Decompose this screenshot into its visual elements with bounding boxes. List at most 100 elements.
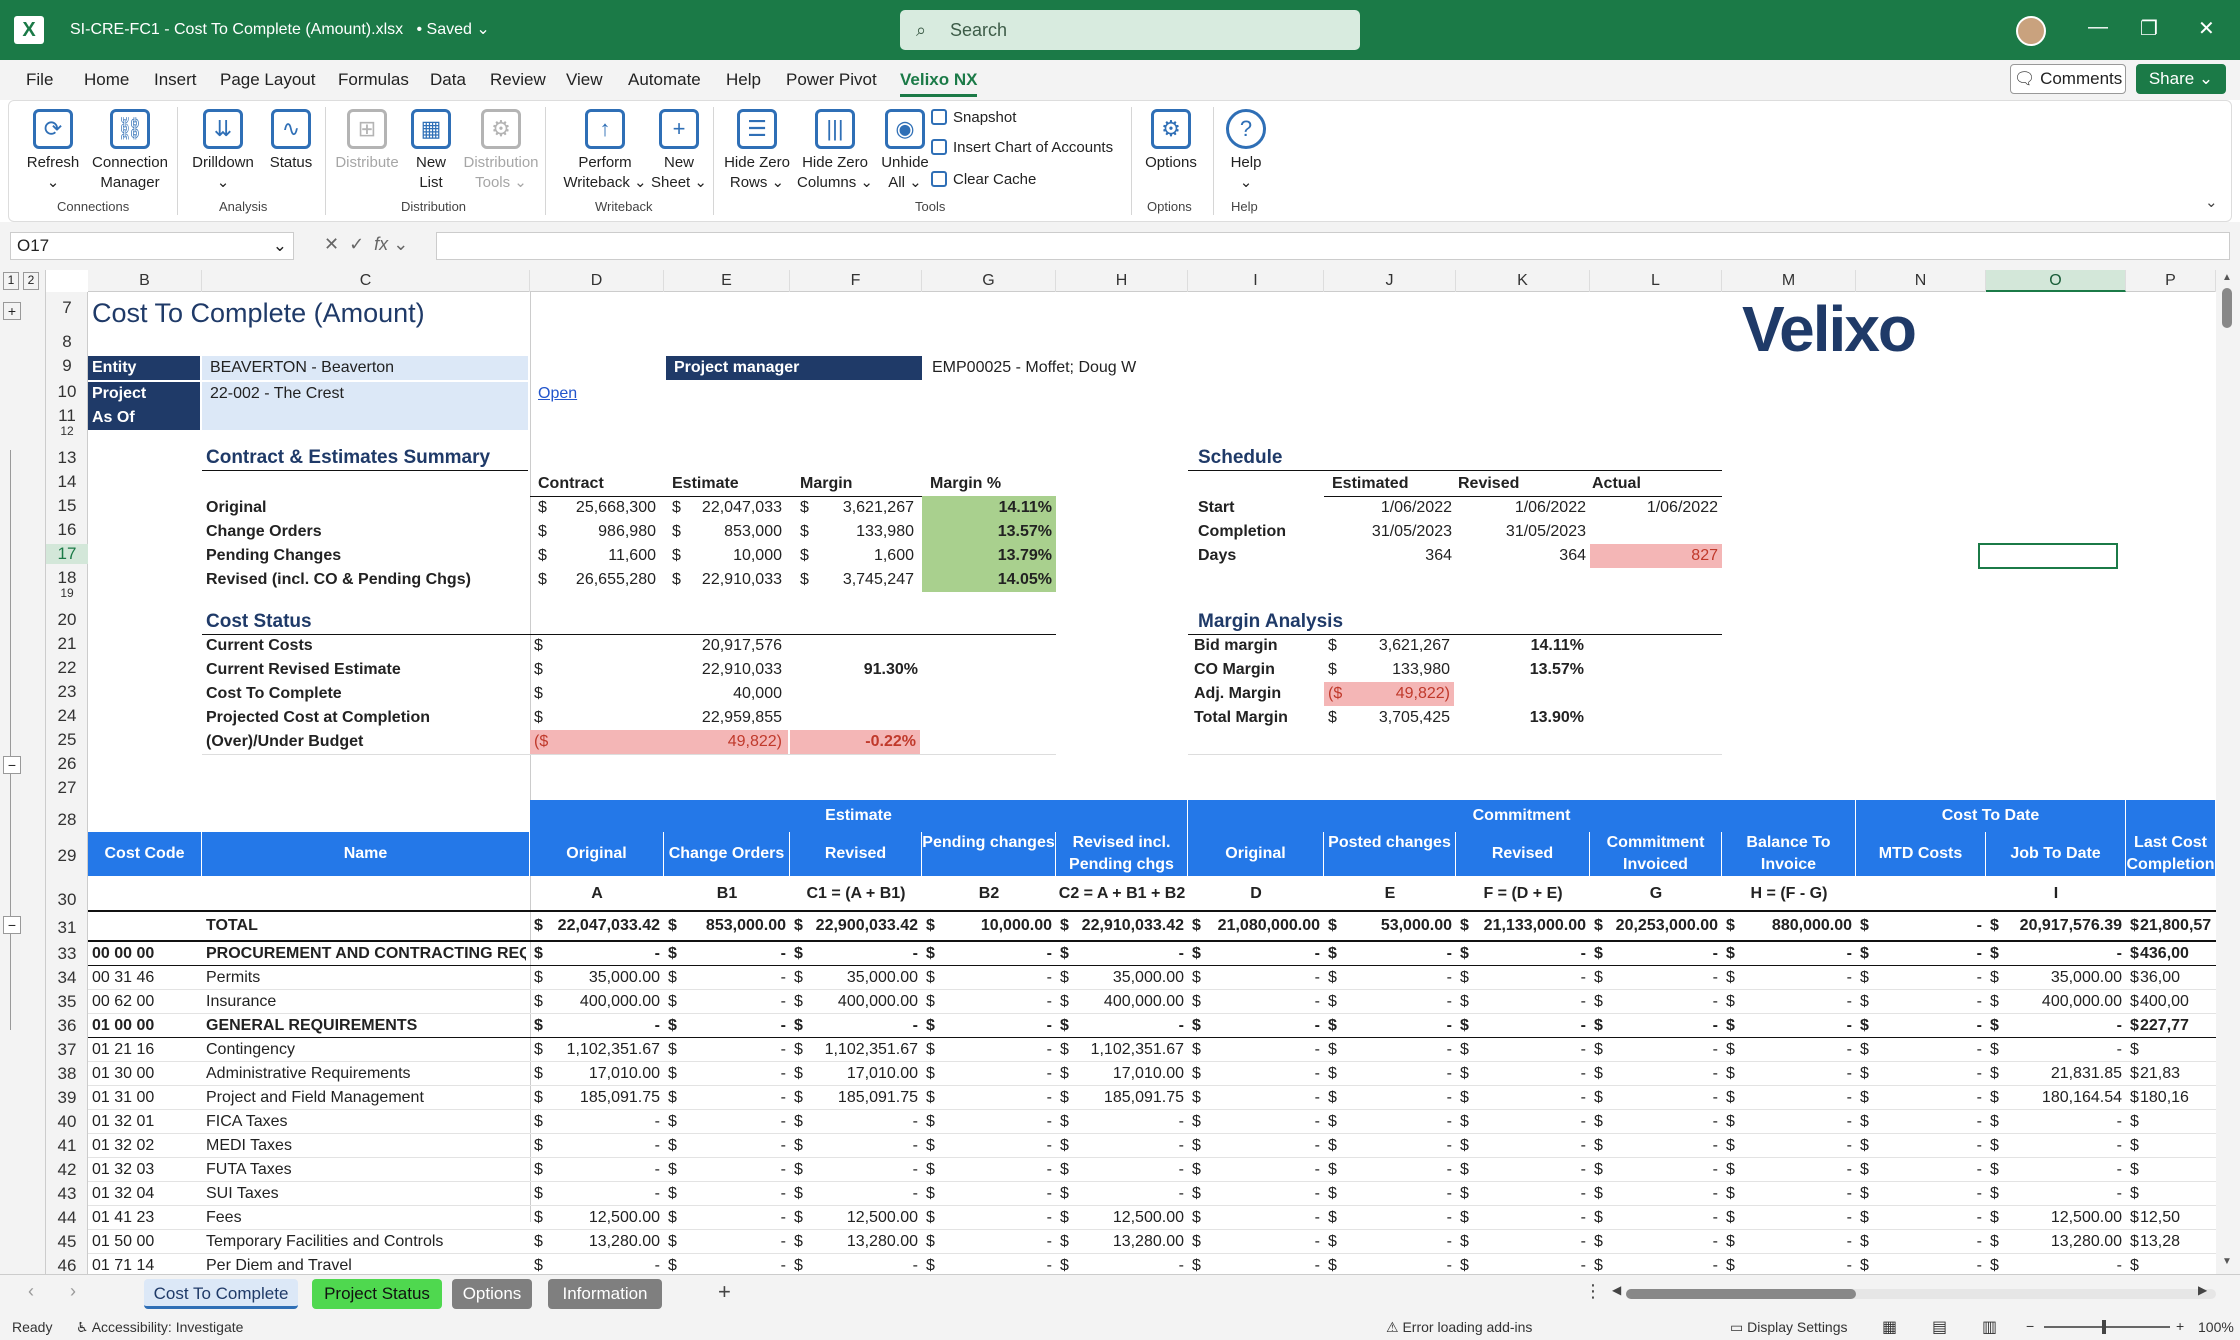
- row-header[interactable]: 33: [46, 944, 88, 964]
- column-header-h[interactable]: H: [1056, 270, 1188, 292]
- row-header[interactable]: 10: [46, 382, 88, 402]
- unhide-all-button[interactable]: ◉ Unhide All ⌄: [871, 109, 939, 193]
- comments-button[interactable]: 🗨 Comments: [2010, 64, 2126, 94]
- tab-view[interactable]: View: [566, 70, 603, 90]
- name-box[interactable]: O17 ⌄: [10, 232, 294, 260]
- new-sheet-button[interactable]: + New Sheet ⌄: [649, 109, 709, 193]
- horizontal-scroll-thumb[interactable]: [1626, 1289, 1856, 1299]
- row-header[interactable]: 16: [46, 520, 88, 540]
- column-header-k[interactable]: K: [1456, 270, 1590, 292]
- status-button[interactable]: ∿ Status: [261, 109, 321, 173]
- display-settings[interactable]: ▭ Display Settings: [1730, 1319, 1848, 1336]
- tab-formulas[interactable]: Formulas: [338, 70, 409, 90]
- normal-view-icon[interactable]: ▦: [1882, 1317, 1897, 1337]
- formula-input[interactable]: [436, 232, 2230, 260]
- avatar[interactable]: [2016, 16, 2046, 46]
- project-value[interactable]: 22-002 - The Crest: [202, 382, 528, 406]
- collapse-ribbon-icon[interactable]: ⌄: [2205, 193, 2218, 211]
- vertical-scroll-thumb[interactable]: [2222, 288, 2232, 328]
- tab-cost-to-complete[interactable]: Cost To Complete: [144, 1279, 298, 1309]
- outline-level-2[interactable]: 2: [23, 272, 39, 290]
- row-header[interactable]: 21: [46, 634, 88, 654]
- row-header[interactable]: 22: [46, 658, 88, 678]
- add-sheet-icon[interactable]: +: [718, 1279, 731, 1305]
- help-button[interactable]: ? Help ⌄: [1221, 109, 1271, 193]
- distribution-tools-button[interactable]: ⚙ Distribution Tools ⌄: [455, 109, 547, 193]
- drilldown-button[interactable]: ⇊ Drilldown ⌄: [183, 109, 263, 193]
- tab-options[interactable]: Options: [452, 1279, 532, 1309]
- zoom-in-icon[interactable]: +: [2176, 1318, 2184, 1334]
- row-header[interactable]: 7: [46, 298, 88, 318]
- more-icon[interactable]: ⋮: [1584, 1281, 1602, 1302]
- row-header[interactable]: 19: [46, 586, 88, 600]
- close-icon[interactable]: ✕: [2198, 16, 2215, 41]
- excel-icon[interactable]: X: [14, 16, 44, 44]
- worksheet-grid[interactable]: Cost To Complete (Amount) Velixo Entity …: [88, 292, 2216, 1274]
- tab-insert[interactable]: Insert: [154, 70, 197, 90]
- page-layout-view-icon[interactable]: ▤: [1932, 1317, 1947, 1337]
- accessibility-status[interactable]: ♿ Accessibility: Investigate: [76, 1319, 243, 1336]
- row-header[interactable]: 39: [46, 1088, 88, 1108]
- column-header-n[interactable]: N: [1856, 270, 1986, 292]
- row-header[interactable]: 12: [46, 424, 88, 438]
- column-header-o[interactable]: O: [1986, 270, 2126, 292]
- scroll-right-icon[interactable]: ▶: [2198, 1283, 2207, 1297]
- insert-chart-of-accounts-button[interactable]: Insert Chart of Accounts: [931, 139, 1113, 156]
- row-header[interactable]: 40: [46, 1112, 88, 1132]
- perform-writeback-button[interactable]: ↑ Perform Writeback ⌄: [553, 109, 657, 193]
- connection-manager-button[interactable]: ⛓ Connection Manager: [85, 109, 175, 193]
- tab-home[interactable]: Home: [84, 70, 129, 90]
- row-header[interactable]: 26: [46, 754, 88, 774]
- zoom-thumb[interactable]: [2102, 1320, 2106, 1334]
- new-list-button[interactable]: ▦ New List: [405, 109, 457, 193]
- zoom-out-icon[interactable]: −: [2026, 1318, 2034, 1334]
- next-sheet-icon[interactable]: ›: [70, 1281, 76, 1302]
- row-header[interactable]: 14: [46, 472, 88, 492]
- tab-automate[interactable]: Automate: [628, 70, 701, 90]
- prev-sheet-icon[interactable]: ‹: [28, 1281, 34, 1302]
- page-break-view-icon[interactable]: ▥: [1982, 1317, 1997, 1337]
- row-header[interactable]: 46: [46, 1256, 88, 1276]
- hide-zero-columns-button[interactable]: ||| Hide Zero Columns ⌄: [793, 109, 877, 193]
- row-header[interactable]: 15: [46, 496, 88, 516]
- row-header[interactable]: 13: [46, 448, 88, 468]
- row-header[interactable]: 42: [46, 1160, 88, 1180]
- row-header[interactable]: 8: [46, 332, 88, 352]
- column-header-p[interactable]: P: [2126, 270, 2216, 292]
- row-header[interactable]: 11: [46, 406, 88, 426]
- column-header-b[interactable]: B: [88, 270, 202, 292]
- row-header[interactable]: 17: [46, 544, 88, 564]
- tab-information[interactable]: Information: [548, 1279, 662, 1309]
- options-button[interactable]: ⚙ Options: [1139, 109, 1203, 173]
- tab-review[interactable]: Review: [490, 70, 546, 90]
- row-header[interactable]: 29: [46, 846, 88, 866]
- entity-value[interactable]: BEAVERTON - Beaverton: [202, 356, 528, 380]
- minimize-icon[interactable]: —: [2088, 16, 2108, 39]
- refresh-button[interactable]: ⟳ Refresh ⌄: [23, 109, 83, 193]
- row-header[interactable]: 9: [46, 356, 88, 376]
- row-header[interactable]: 36: [46, 1016, 88, 1036]
- tab-help[interactable]: Help: [726, 70, 761, 90]
- outline-level-1[interactable]: 1: [3, 272, 19, 290]
- tab-project-status[interactable]: Project Status: [312, 1279, 442, 1309]
- row-header[interactable]: 18: [46, 568, 88, 588]
- row-header[interactable]: 24: [46, 706, 88, 726]
- row-header[interactable]: 20: [46, 610, 88, 630]
- column-header-j[interactable]: J: [1324, 270, 1456, 292]
- selected-cell[interactable]: [1978, 543, 2118, 569]
- row-header[interactable]: 44: [46, 1208, 88, 1228]
- column-header-g[interactable]: G: [922, 270, 1056, 292]
- row-header[interactable]: 34: [46, 968, 88, 988]
- hide-zero-rows-button[interactable]: ☰ Hide Zero Rows ⌄: [715, 109, 799, 193]
- fx-icon[interactable]: ✕ ✓ fx ⌄: [324, 234, 408, 255]
- open-link[interactable]: Open: [538, 382, 577, 406]
- column-header-l[interactable]: L: [1590, 270, 1722, 292]
- row-header[interactable]: 38: [46, 1064, 88, 1084]
- distribute-button[interactable]: ⊞ Distribute: [329, 109, 405, 173]
- zoom-slider[interactable]: [2044, 1320, 2170, 1334]
- row-header[interactable]: 28: [46, 810, 88, 830]
- column-header-i[interactable]: I: [1188, 270, 1324, 292]
- horizontal-scrollbar[interactable]: [1626, 1289, 2216, 1299]
- tab-file[interactable]: File: [26, 70, 53, 90]
- document-title[interactable]: SI-CRE-FC1 - Cost To Complete (Amount).x…: [70, 19, 490, 39]
